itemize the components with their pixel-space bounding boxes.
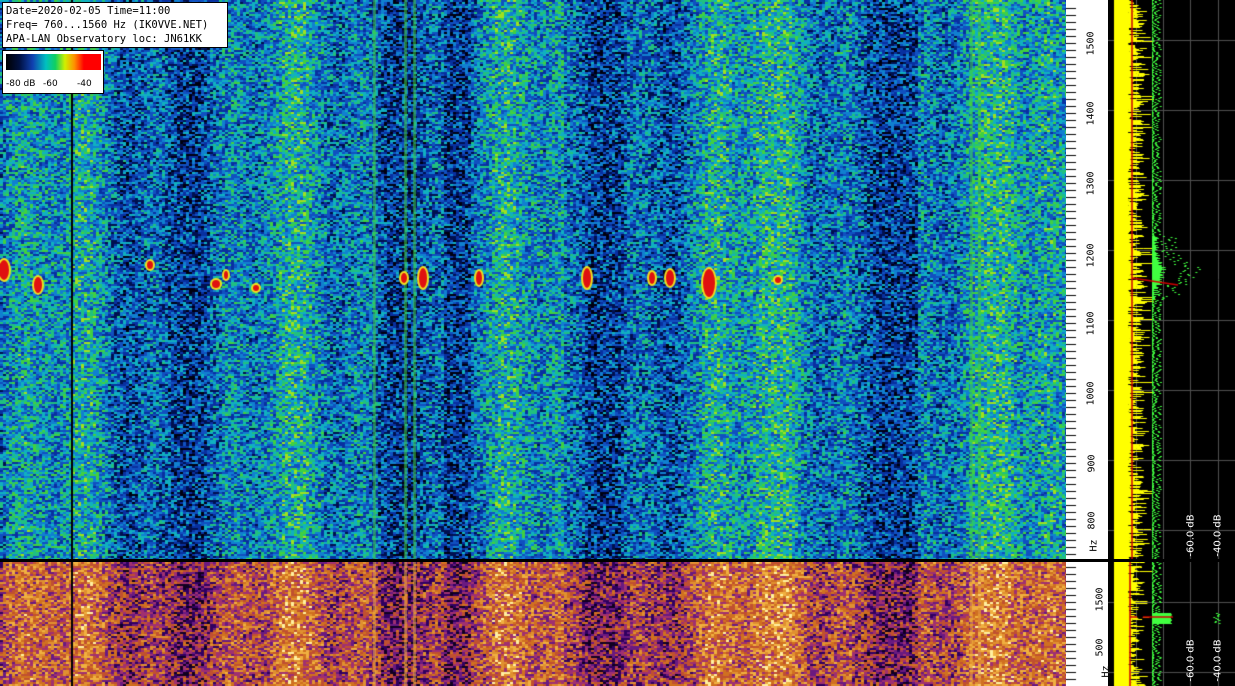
tick-label-1500-wideband: 1500	[1094, 587, 1106, 612]
tick-label-1400: 1400	[1085, 101, 1097, 126]
spectrum-panel-main	[1108, 0, 1235, 559]
frequency-range-text: Freq= 760...1560 Hz (IK0VVE.NET)	[6, 19, 209, 31]
date-time-text: Date=2020-02-05 Time=11:00	[6, 5, 171, 17]
db-label-40: -40.0 dB	[1212, 514, 1224, 557]
db-label-60-wideband: -60.0 dB	[1185, 639, 1197, 682]
scale-label-min: -80 dB	[6, 79, 36, 89]
scale-label-mid: -60	[43, 79, 58, 89]
scale-label-max: -40	[77, 79, 92, 89]
tick-label-500-wideband: 500	[1094, 638, 1106, 657]
color-scale-bar	[6, 54, 101, 70]
tick-label-1500: 1500	[1085, 31, 1097, 56]
color-scale-legend: -80 dB -60 -40	[2, 50, 104, 94]
frequency-axis-main: 1500 1400 1300 1200 1100 1000 900 800 Hz	[1066, 0, 1108, 559]
waterfall-wideband	[0, 562, 1066, 686]
db-label-40-wideband: -40.0 dB	[1212, 639, 1224, 682]
tick-label-1100: 1100	[1085, 311, 1097, 336]
observatory-text: APA-LAN Observatory loc: JN61KK	[6, 33, 202, 45]
db-label-60: -60.0 dB	[1185, 514, 1197, 557]
tick-label-1000: 1000	[1085, 381, 1097, 406]
axis-tick-marks	[1066, 0, 1108, 559]
axis-unit-label: Hz	[1088, 539, 1100, 552]
tick-label-900: 900	[1086, 454, 1098, 473]
tick-label-1200: 1200	[1085, 243, 1097, 268]
info-box: Date=2020-02-05 Time=11:00 Freq= 760...1…	[2, 2, 228, 48]
tick-label-800: 800	[1086, 511, 1098, 530]
frequency-axis-wideband: 1500 500 Hz	[1066, 562, 1112, 686]
tick-label-1300: 1300	[1085, 171, 1097, 196]
waterfall-main	[0, 0, 1066, 559]
panel-separator	[0, 559, 1235, 562]
